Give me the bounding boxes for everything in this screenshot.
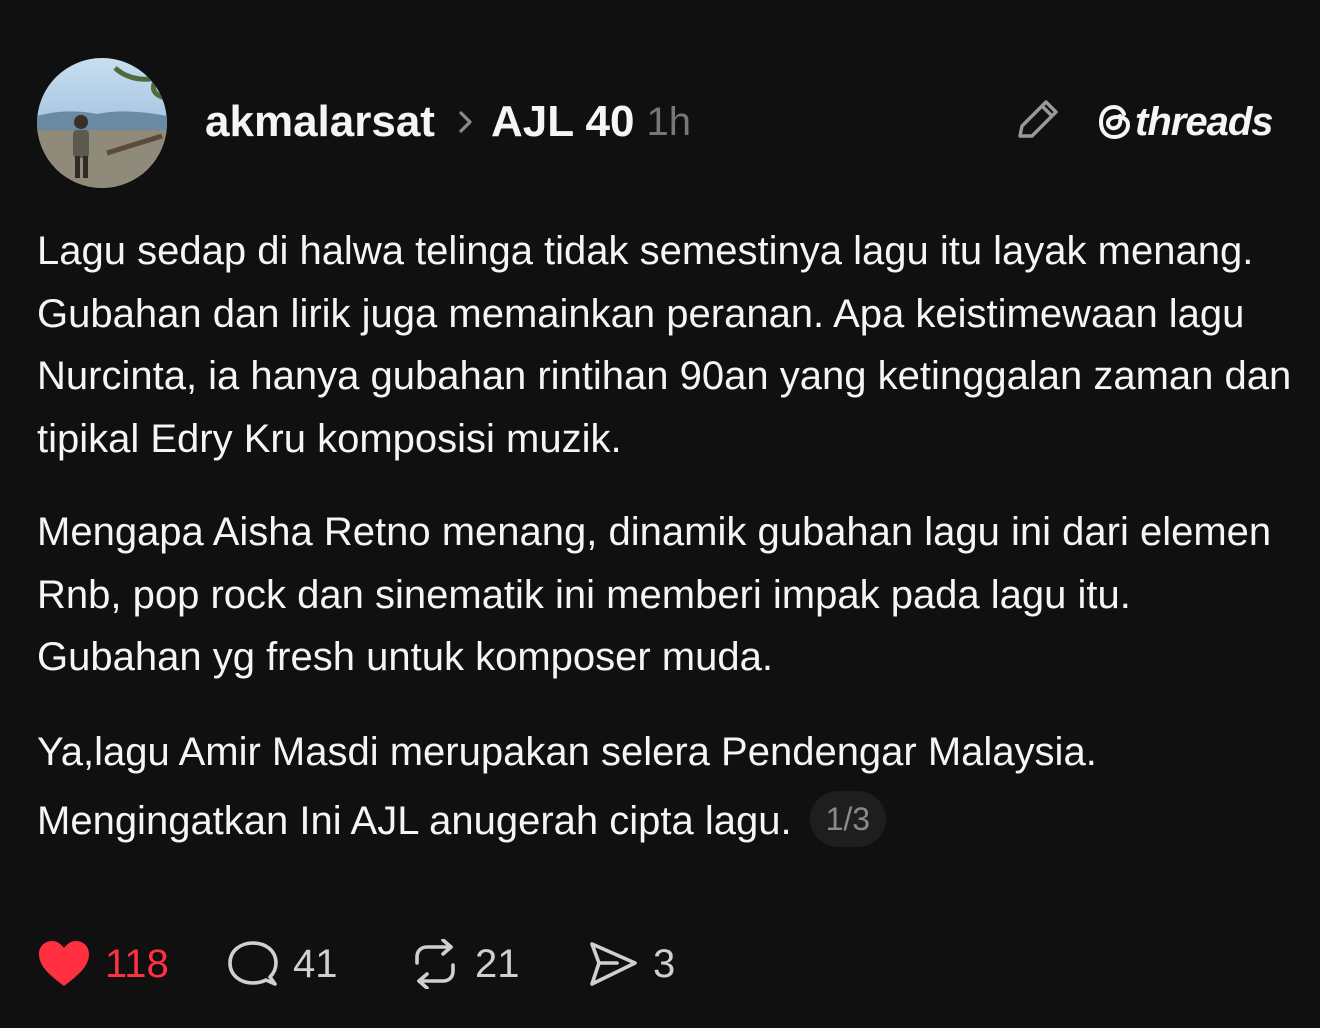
page-indicator-badge: 1/3	[809, 790, 887, 847]
heart-icon	[39, 941, 89, 986]
avatar-photo-icon	[37, 66, 167, 188]
threads-brand: threads	[1097, 98, 1273, 146]
repost-count: 21	[475, 941, 520, 986]
post-actions: 118 41 21 3	[37, 935, 675, 993]
send-icon	[590, 942, 637, 986]
post-paragraph-1: Lagu sedap di halwa telinga tidak semest…	[37, 229, 1292, 461]
post-text: Lagu sedap di halwa telinga tidak semest…	[37, 220, 1297, 856]
author-line: akmalarsat AJL 40 1h	[205, 96, 691, 148]
topic-tag-link[interactable]: AJL 40	[491, 97, 635, 147]
avatar[interactable]	[37, 58, 167, 188]
post-paragraph-3-text: Ya,lagu Amir Masdi merupakan selera Pend…	[37, 729, 1097, 843]
share-count: 3	[653, 941, 676, 986]
post-timestamp: 1h	[646, 99, 691, 144]
post-header: akmalarsat AJL 40 1h threads	[0, 0, 1320, 200]
reply-button[interactable]: 41	[227, 939, 409, 989]
post-paragraph-3: Ya,lagu Amir Masdi merupakan selera Pend…	[37, 718, 1297, 856]
like-count: 118	[105, 941, 169, 986]
like-button[interactable]: 118	[37, 939, 227, 989]
repost-icon	[415, 939, 455, 989]
share-button[interactable]: 3	[587, 939, 675, 989]
reply-count: 41	[293, 941, 338, 986]
chevron-right-icon	[459, 111, 472, 133]
pencil-icon[interactable]	[1012, 96, 1062, 144]
comment-bubble-icon	[228, 941, 278, 986]
username-link[interactable]: akmalarsat	[205, 97, 435, 147]
repost-button[interactable]: 21	[409, 939, 587, 989]
threads-logo-icon	[1098, 104, 1131, 140]
brand-wordmark: threads	[1135, 99, 1273, 144]
post-paragraph-2: Mengapa Aisha Retno menang, dinamik guba…	[37, 510, 1272, 679]
